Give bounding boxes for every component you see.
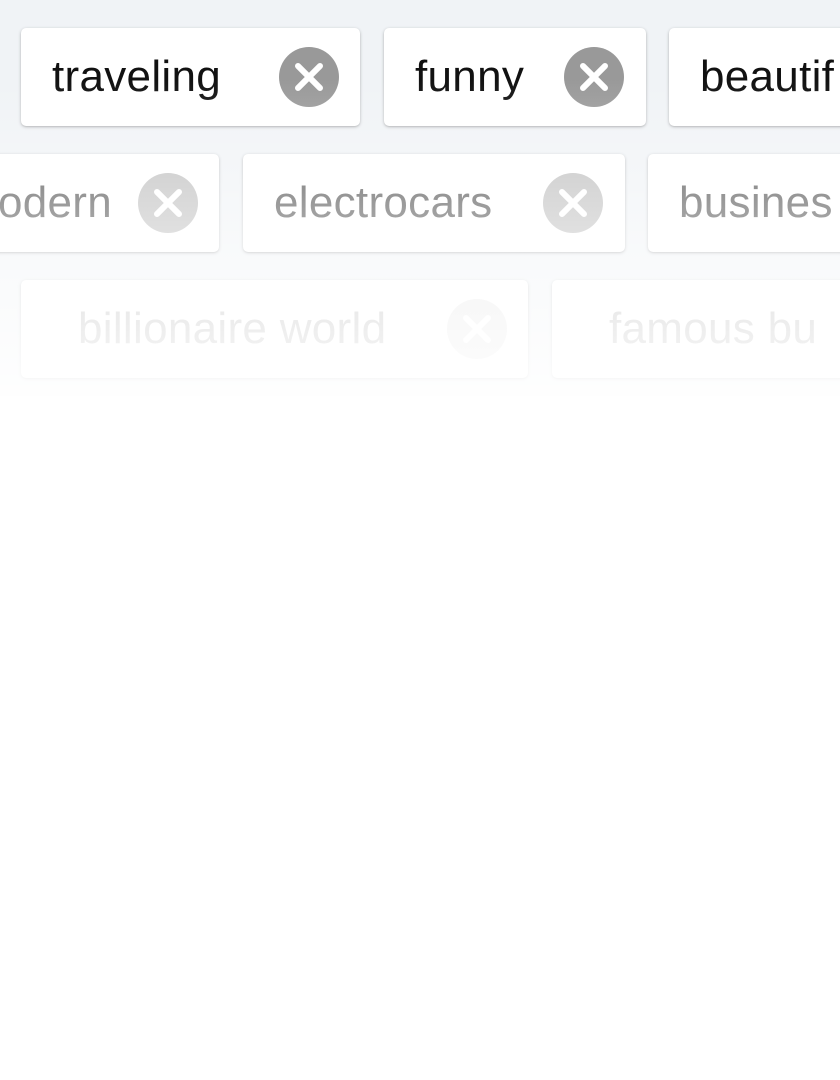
close-icon (559, 189, 587, 217)
tag-chip-funny[interactable]: funny (384, 28, 646, 126)
tag-label: electrocars (274, 178, 493, 227)
close-icon (580, 63, 608, 91)
tag-chip-electrocars[interactable]: electrocars (243, 154, 625, 252)
tag-chip-famous-bu[interactable]: famous bu (552, 280, 840, 378)
remove-tag-button[interactable] (279, 47, 339, 107)
remove-tag-button[interactable] (138, 173, 198, 233)
close-icon (463, 315, 491, 343)
tag-label: billionaire world (78, 304, 387, 353)
close-icon (295, 63, 323, 91)
remove-tag-button[interactable] (447, 299, 507, 359)
tag-cloud: traveling funny beautif odern electrocar… (0, 0, 840, 396)
remove-tag-button[interactable] (564, 47, 624, 107)
tag-chip-billionaire-world[interactable]: billionaire world (21, 280, 528, 378)
tag-label: busines (679, 178, 833, 227)
tag-chip-traveling[interactable]: traveling (21, 28, 360, 126)
remove-tag-button[interactable] (543, 173, 603, 233)
tag-label: odern (0, 178, 113, 227)
tag-chip-odern[interactable]: odern (0, 154, 219, 252)
tag-label: famous bu (609, 304, 818, 353)
tag-label: funny (415, 52, 525, 101)
tag-label: beautif (700, 52, 835, 101)
tag-chip-beautif[interactable]: beautif (669, 28, 840, 126)
tag-label: traveling (52, 52, 222, 101)
empty-content-area (0, 396, 840, 1080)
close-icon (154, 189, 182, 217)
tag-chip-busines[interactable]: busines (648, 154, 840, 252)
